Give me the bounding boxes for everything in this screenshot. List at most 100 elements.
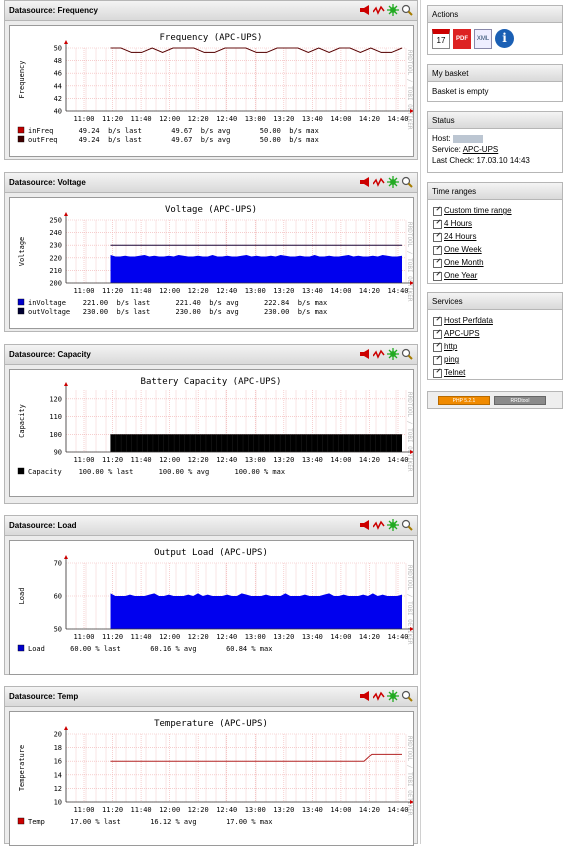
zoom-icon[interactable] (401, 4, 413, 17)
x-tick-label: 13:40 (302, 633, 323, 641)
x-tick-label: 11:40 (131, 115, 152, 123)
x-tick-label: 12:00 (159, 633, 180, 641)
graph-box[interactable]: Temperature (APC-UPS) RRDTOOL / TOBI OETI… (9, 711, 414, 846)
zoom-icon[interactable] (401, 348, 413, 361)
x-tick-label: 14:20 (359, 456, 380, 464)
gear-icon-svg (387, 4, 399, 16)
zoom-icon[interactable] (401, 519, 413, 532)
x-tick-label: 12:00 (159, 806, 180, 814)
x-tick-label: 12:20 (188, 287, 209, 295)
datasource-title: Datasource: Temp (9, 692, 79, 701)
y-tick-label: 42 (54, 95, 62, 103)
megaphone-icon[interactable] (359, 176, 371, 189)
graph-line-icon[interactable] (372, 4, 385, 17)
megaphone-icon[interactable] (359, 348, 371, 361)
y-tick-label: 50 (54, 45, 62, 53)
megaphone-icon[interactable] (359, 690, 371, 703)
main-content: Datasource: Frequency Frequency (APC-UPS)… (4, 0, 418, 846)
legend-swatch-inFreq (17, 126, 25, 134)
x-tick-label: 14:20 (359, 115, 380, 123)
gear-icon[interactable] (387, 348, 399, 361)
chart-title: Output Load (APC-UPS) (154, 548, 268, 558)
gear-icon[interactable] (387, 4, 399, 17)
time-range-link-2[interactable]: 24 Hours (432, 230, 558, 243)
graph-box[interactable]: Output Load (APC-UPS) RRDTOOL / TOBI OETI… (9, 540, 414, 675)
y-tick-label: 44 (54, 82, 62, 90)
x-tick-label: 13:00 (245, 633, 266, 641)
time-range-link-5[interactable]: One Year (432, 269, 558, 282)
zoom-icon[interactable] (401, 176, 413, 189)
last-check-label: Last Check: (432, 156, 475, 165)
x-tick-label: 12:40 (216, 806, 237, 814)
x-tick-label: 12:40 (216, 287, 237, 295)
megaphone-icon[interactable] (359, 4, 371, 17)
legend-text-outVoltage: outVoltage 230.00 b/s last 230.00 b/s av… (28, 308, 327, 316)
x-tick-label: 11:00 (73, 287, 94, 295)
x-tick-label: 13:00 (245, 456, 266, 464)
divider (420, 0, 421, 844)
y-tick-label: 220 (49, 254, 62, 262)
x-tick-label: 13:00 (245, 806, 266, 814)
y-axis-arrow (64, 382, 68, 386)
service-link-0[interactable]: Host Perfdata (432, 314, 558, 327)
chart-title: Battery Capacity (APC-UPS) (141, 377, 282, 387)
time-range-link-1[interactable]: 4 Hours (432, 217, 558, 230)
chart-title: Frequency (APC-UPS) (160, 33, 263, 43)
x-tick-label: 11:20 (102, 806, 123, 814)
time-range-link-4[interactable]: One Month (432, 256, 558, 269)
y-tick-label: 12 (54, 785, 62, 793)
gear-icon[interactable] (387, 519, 399, 532)
y-tick-label: 200 (49, 280, 62, 288)
x-tick-label: 14:00 (330, 806, 351, 814)
rrdtool-credit: RRDTOOL / TOBI OETIKER (406, 736, 413, 816)
x-tick-label: 13:20 (273, 115, 294, 123)
status-panel: Status Host: Service: APC-UPS Last Check… (427, 111, 563, 173)
series-area-inVoltage (110, 255, 402, 283)
legend-text-Load: Load 60.00 % last 60.16 % avg 60.84 % ma… (28, 645, 272, 653)
x-tick-label: 11:20 (102, 287, 123, 295)
graph-box[interactable]: Frequency (APC-UPS) RRDTOOL / TOBI OETIKE… (9, 25, 414, 157)
graph-line-icon[interactable] (372, 690, 385, 703)
graph-line-icon[interactable] (372, 348, 385, 361)
x-tick-label: 14:40 (387, 633, 408, 641)
services-title: Services (428, 293, 562, 310)
gear-icon[interactable] (387, 176, 399, 189)
graph-box[interactable]: Voltage (APC-UPS) RRDTOOL / TOBI OETIKER V… (9, 197, 414, 329)
php-badge[interactable]: PHP 5.2.1 (438, 396, 490, 405)
y-tick-label: 46 (54, 70, 62, 78)
graph-line-icon-svg (372, 5, 385, 15)
service-link[interactable]: APC-UPS (463, 145, 499, 154)
megaphone-icon-svg (360, 520, 369, 530)
graph-box[interactable]: Battery Capacity (APC-UPS) RRDTOOL / TOBI… (9, 369, 414, 497)
x-tick-label: 11:00 (73, 456, 94, 464)
graph-line-icon[interactable] (372, 176, 385, 189)
x-tick-label: 12:00 (159, 287, 180, 295)
service-link-4[interactable]: Telnet (432, 366, 558, 379)
time-range-link-0[interactable]: Custom time range (432, 204, 558, 217)
y-axis-label: Load (18, 588, 26, 605)
info-icon[interactable]: i (495, 29, 514, 48)
pdf-icon[interactable]: PDF (453, 29, 471, 49)
time-range-link-3[interactable]: One Week (432, 243, 558, 256)
series-area-Load (110, 593, 402, 629)
service-link-3[interactable]: ping (432, 353, 558, 366)
calendar-icon[interactable]: 17 (432, 29, 450, 49)
gear-icon[interactable] (387, 690, 399, 703)
x-tick-label: 12:00 (159, 115, 180, 123)
xml-icon[interactable]: XML (474, 29, 492, 49)
y-tick-label: 70 (54, 560, 62, 568)
rrdtool-badge[interactable]: RRDtool (494, 396, 546, 405)
y-axis-arrow (64, 212, 68, 216)
service-link-2[interactable]: http (432, 340, 558, 353)
x-tick-label: 12:20 (188, 456, 209, 464)
y-axis-arrow (64, 40, 68, 44)
legend-text-Capacity: Capacity 100.00 % last 100.00 % avg 100.… (28, 468, 285, 476)
service-link-1[interactable]: APC-UPS (432, 327, 558, 340)
megaphone-icon-svg (360, 349, 369, 359)
x-tick-label: 13:20 (273, 287, 294, 295)
graph-line-icon[interactable] (372, 519, 385, 532)
zoom-icon[interactable] (401, 690, 413, 703)
x-tick-label: 11:20 (102, 633, 123, 641)
megaphone-icon[interactable] (359, 519, 371, 532)
y-tick-label: 48 (54, 57, 62, 65)
